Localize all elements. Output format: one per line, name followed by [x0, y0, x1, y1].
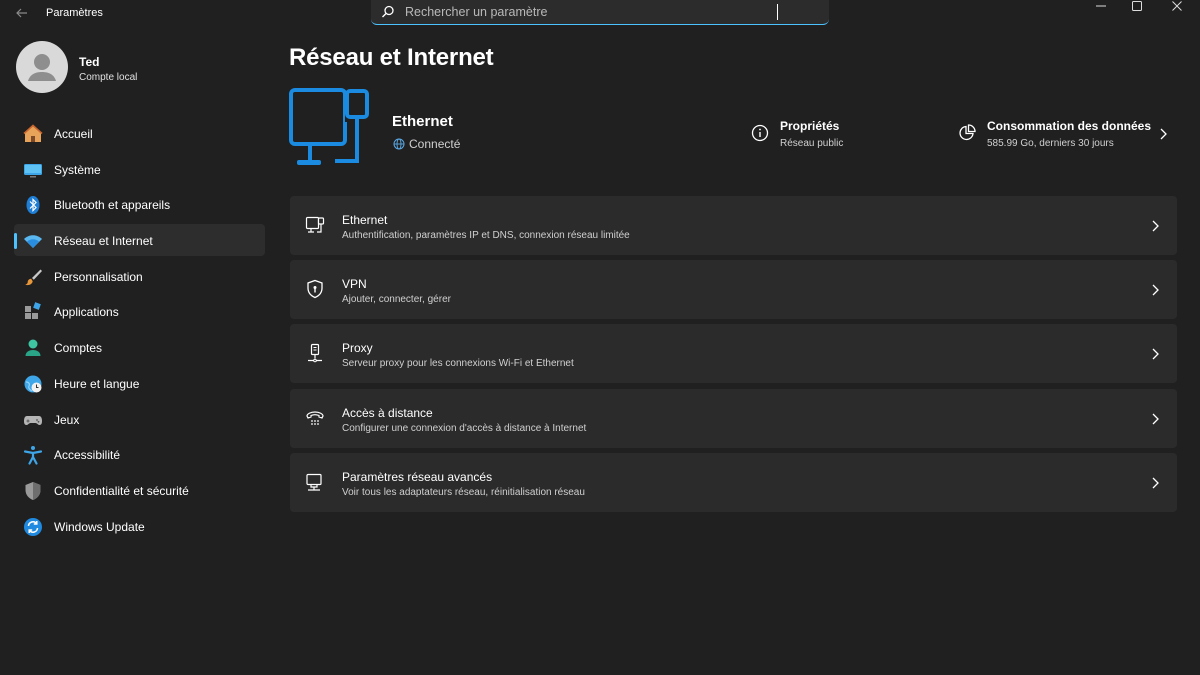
sidebar-item-label: Heure et langue	[54, 376, 140, 391]
minimize-icon	[1096, 5, 1106, 7]
connection-status-text: Connecté	[409, 137, 461, 151]
sidebar-item-confidentialite[interactable]: Confidentialité et sécurité	[14, 474, 265, 506]
settings-cards: Ethernet Authentification, paramètres IP…	[290, 196, 1177, 517]
sidebar-item-label: Applications	[54, 305, 119, 320]
sidebar-item-label: Accessibilité	[54, 448, 121, 463]
sidebar-item-personnalisation[interactable]: Personnalisation	[14, 260, 265, 292]
page-title: Réseau et Internet	[289, 44, 494, 71]
app-title: Paramètres	[46, 7, 103, 19]
chevron-right-icon	[1160, 128, 1167, 140]
data-usage-link[interactable]: Consommation des données 585.99 Go, dern…	[958, 117, 1178, 157]
card-title: Accès à distance	[342, 405, 433, 420]
sidebar-item-reseau[interactable]: Réseau et Internet	[14, 224, 265, 257]
dialup-icon	[306, 410, 324, 425]
card-proxy[interactable]: Proxy Serveur proxy pour les connexions …	[290, 324, 1177, 384]
search-box[interactable]	[371, 0, 829, 25]
data-usage-subtitle: 585.99 Go, derniers 30 jours	[987, 138, 1114, 149]
chevron-right-icon	[1152, 413, 1159, 425]
apps-icon	[25, 302, 41, 320]
sidebar-item-windows-update[interactable]: Windows Update	[14, 510, 265, 542]
sidebar-item-label: Accueil	[54, 127, 93, 141]
system-icon	[24, 163, 42, 178]
ethernet-icon	[305, 216, 325, 233]
account-icon	[25, 339, 41, 357]
vpn-shield-icon	[307, 279, 323, 299]
connection-status: Connecté	[393, 137, 460, 151]
chevron-right-icon	[1152, 284, 1159, 296]
proxy-icon	[308, 344, 322, 363]
sidebar-item-applications[interactable]: Applications	[14, 295, 265, 327]
advanced-network-icon	[306, 473, 322, 491]
globe-icon	[393, 138, 405, 150]
maximize-icon	[1132, 1, 1142, 11]
sidebar-item-accueil[interactable]: Accueil	[14, 117, 265, 149]
network-icon	[24, 235, 42, 249]
chevron-right-icon	[1152, 477, 1159, 489]
sidebar-item-comptes[interactable]: Comptes	[14, 331, 265, 363]
card-subtitle: Ajouter, connecter, gérer	[342, 294, 451, 306]
sidebar-item-systeme[interactable]: Système	[14, 153, 265, 185]
brush-icon	[25, 269, 42, 285]
gamepad-icon	[24, 415, 42, 425]
properties-title: Propriétés	[780, 119, 840, 133]
sidebar-item-label: Windows Update	[54, 519, 145, 534]
card-title: Ethernet	[342, 213, 388, 227]
card-subtitle: Configurer une connexion d'accès à dista…	[342, 422, 587, 434]
sidebar-item-label: Personnalisation	[54, 269, 143, 284]
card-subtitle: Authentification, paramètres IP et DNS, …	[342, 230, 630, 241]
pie-chart-icon	[959, 124, 976, 141]
bluetooth-icon	[26, 196, 40, 215]
profile-account-type: Compte local	[79, 72, 138, 83]
user-silhouette-icon	[28, 54, 56, 81]
home-icon	[23, 124, 43, 142]
info-icon	[751, 124, 769, 142]
update-icon	[24, 517, 42, 536]
card-subtitle: Voir tous les adaptateurs réseau, réinit…	[342, 486, 585, 498]
sidebar-item-jeux[interactable]: Jeux	[14, 403, 265, 435]
sidebar-item-label: Système	[54, 162, 101, 177]
card-acces-distance[interactable]: Accès à distance Configurer une connexio…	[290, 388, 1177, 448]
sidebar-item-accessibilite[interactable]: Accessibilité	[14, 438, 265, 470]
close-button[interactable]	[1154, 0, 1200, 12]
card-vpn[interactable]: VPN Ajouter, connecter, gérer	[290, 260, 1177, 320]
close-icon	[1172, 1, 1182, 11]
sidebar-item-label: Comptes	[54, 341, 103, 356]
card-title: VPN	[342, 277, 367, 292]
chevron-right-icon	[1152, 220, 1159, 232]
properties-link[interactable]: Propriétés Réseau public	[751, 117, 911, 157]
card-ethernet[interactable]: Ethernet Authentification, paramètres IP…	[290, 196, 1177, 255]
card-title: Paramètres réseau avancés	[342, 469, 493, 484]
sidebar-item-bluetooth[interactable]: Bluetooth et appareils	[14, 188, 265, 220]
avatar[interactable]	[16, 41, 68, 93]
shield-icon	[25, 481, 41, 500]
sidebar-item-label: Jeux	[54, 412, 80, 427]
ethernet-monitor-icon	[289, 88, 369, 165]
sidebar-item-label: Réseau et Internet	[54, 234, 153, 249]
accessibility-icon	[23, 446, 43, 465]
sidebar-item-label: Bluetooth et appareils	[54, 198, 171, 213]
properties-subtitle: Réseau public	[780, 138, 844, 149]
clock-globe-icon	[24, 375, 42, 393]
chevron-right-icon	[1152, 348, 1159, 360]
search-icon	[382, 5, 394, 18]
profile-name: Ted	[79, 55, 100, 69]
back-arrow-icon	[16, 8, 27, 18]
sidebar-item-heure-langue[interactable]: Heure et langue	[14, 367, 265, 399]
sidebar-item-label: Confidentialité et sécurité	[54, 483, 189, 498]
back-button[interactable]	[12, 4, 32, 22]
search-input[interactable]	[405, 3, 805, 21]
sidebar-nav: Accueil Système Bluetooth et appareils R…	[14, 117, 265, 545]
data-usage-title: Consommation des données	[987, 119, 1152, 133]
card-title: Proxy	[342, 341, 373, 356]
card-subtitle: Serveur proxy pour les connexions Wi-Fi …	[342, 358, 574, 370]
connection-name: Ethernet	[392, 113, 453, 130]
card-parametres-avances[interactable]: Paramètres réseau avancés Voir tous les …	[290, 452, 1177, 512]
text-caret	[777, 4, 778, 20]
